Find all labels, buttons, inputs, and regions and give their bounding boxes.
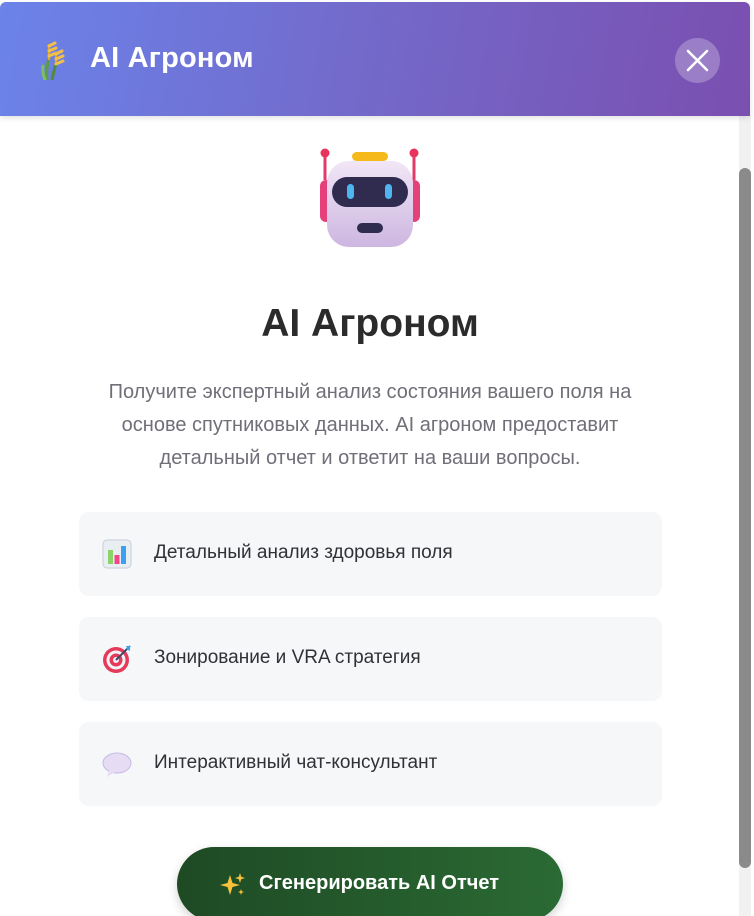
generate-report-label: Сгенерировать AI Отчет (259, 872, 500, 894)
target-icon (101, 643, 133, 675)
close-button[interactable] (675, 38, 720, 83)
wheat-icon (38, 40, 70, 82)
scrollbar-thumb[interactable] (739, 168, 751, 868)
feature-label: Детальный анализ здоровья поля (154, 542, 453, 563)
speech-bubble-icon (101, 748, 133, 780)
ai-agronomist-modal: AI Агроном AI Агроном Получите экспертны… (0, 0, 754, 916)
feature-item-field-health: Детальный анализ здоровья поля (79, 512, 662, 596)
page-title: AI Агроном (261, 302, 479, 345)
feature-label: Зонирование и VRA стратегия (154, 647, 421, 668)
modal-header: AI Агроном (0, 2, 750, 116)
sparkles-icon (219, 871, 247, 899)
bar-chart-icon (101, 538, 133, 570)
description-text: Получите экспертный анализ состояния ваш… (108, 381, 632, 469)
feature-item-zoning: Зонирование и VRA стратегия (79, 617, 662, 701)
feature-item-chat-consultant: Интерактивный чат-консультант (79, 722, 662, 806)
feature-label: Интерактивный чат-консультант (154, 752, 438, 773)
scrollbar[interactable] (739, 116, 751, 916)
header-title: AI Агроном (90, 42, 254, 74)
robot-icon (316, 146, 424, 250)
generate-report-button[interactable]: Сгенерировать AI Отчет (177, 847, 563, 916)
